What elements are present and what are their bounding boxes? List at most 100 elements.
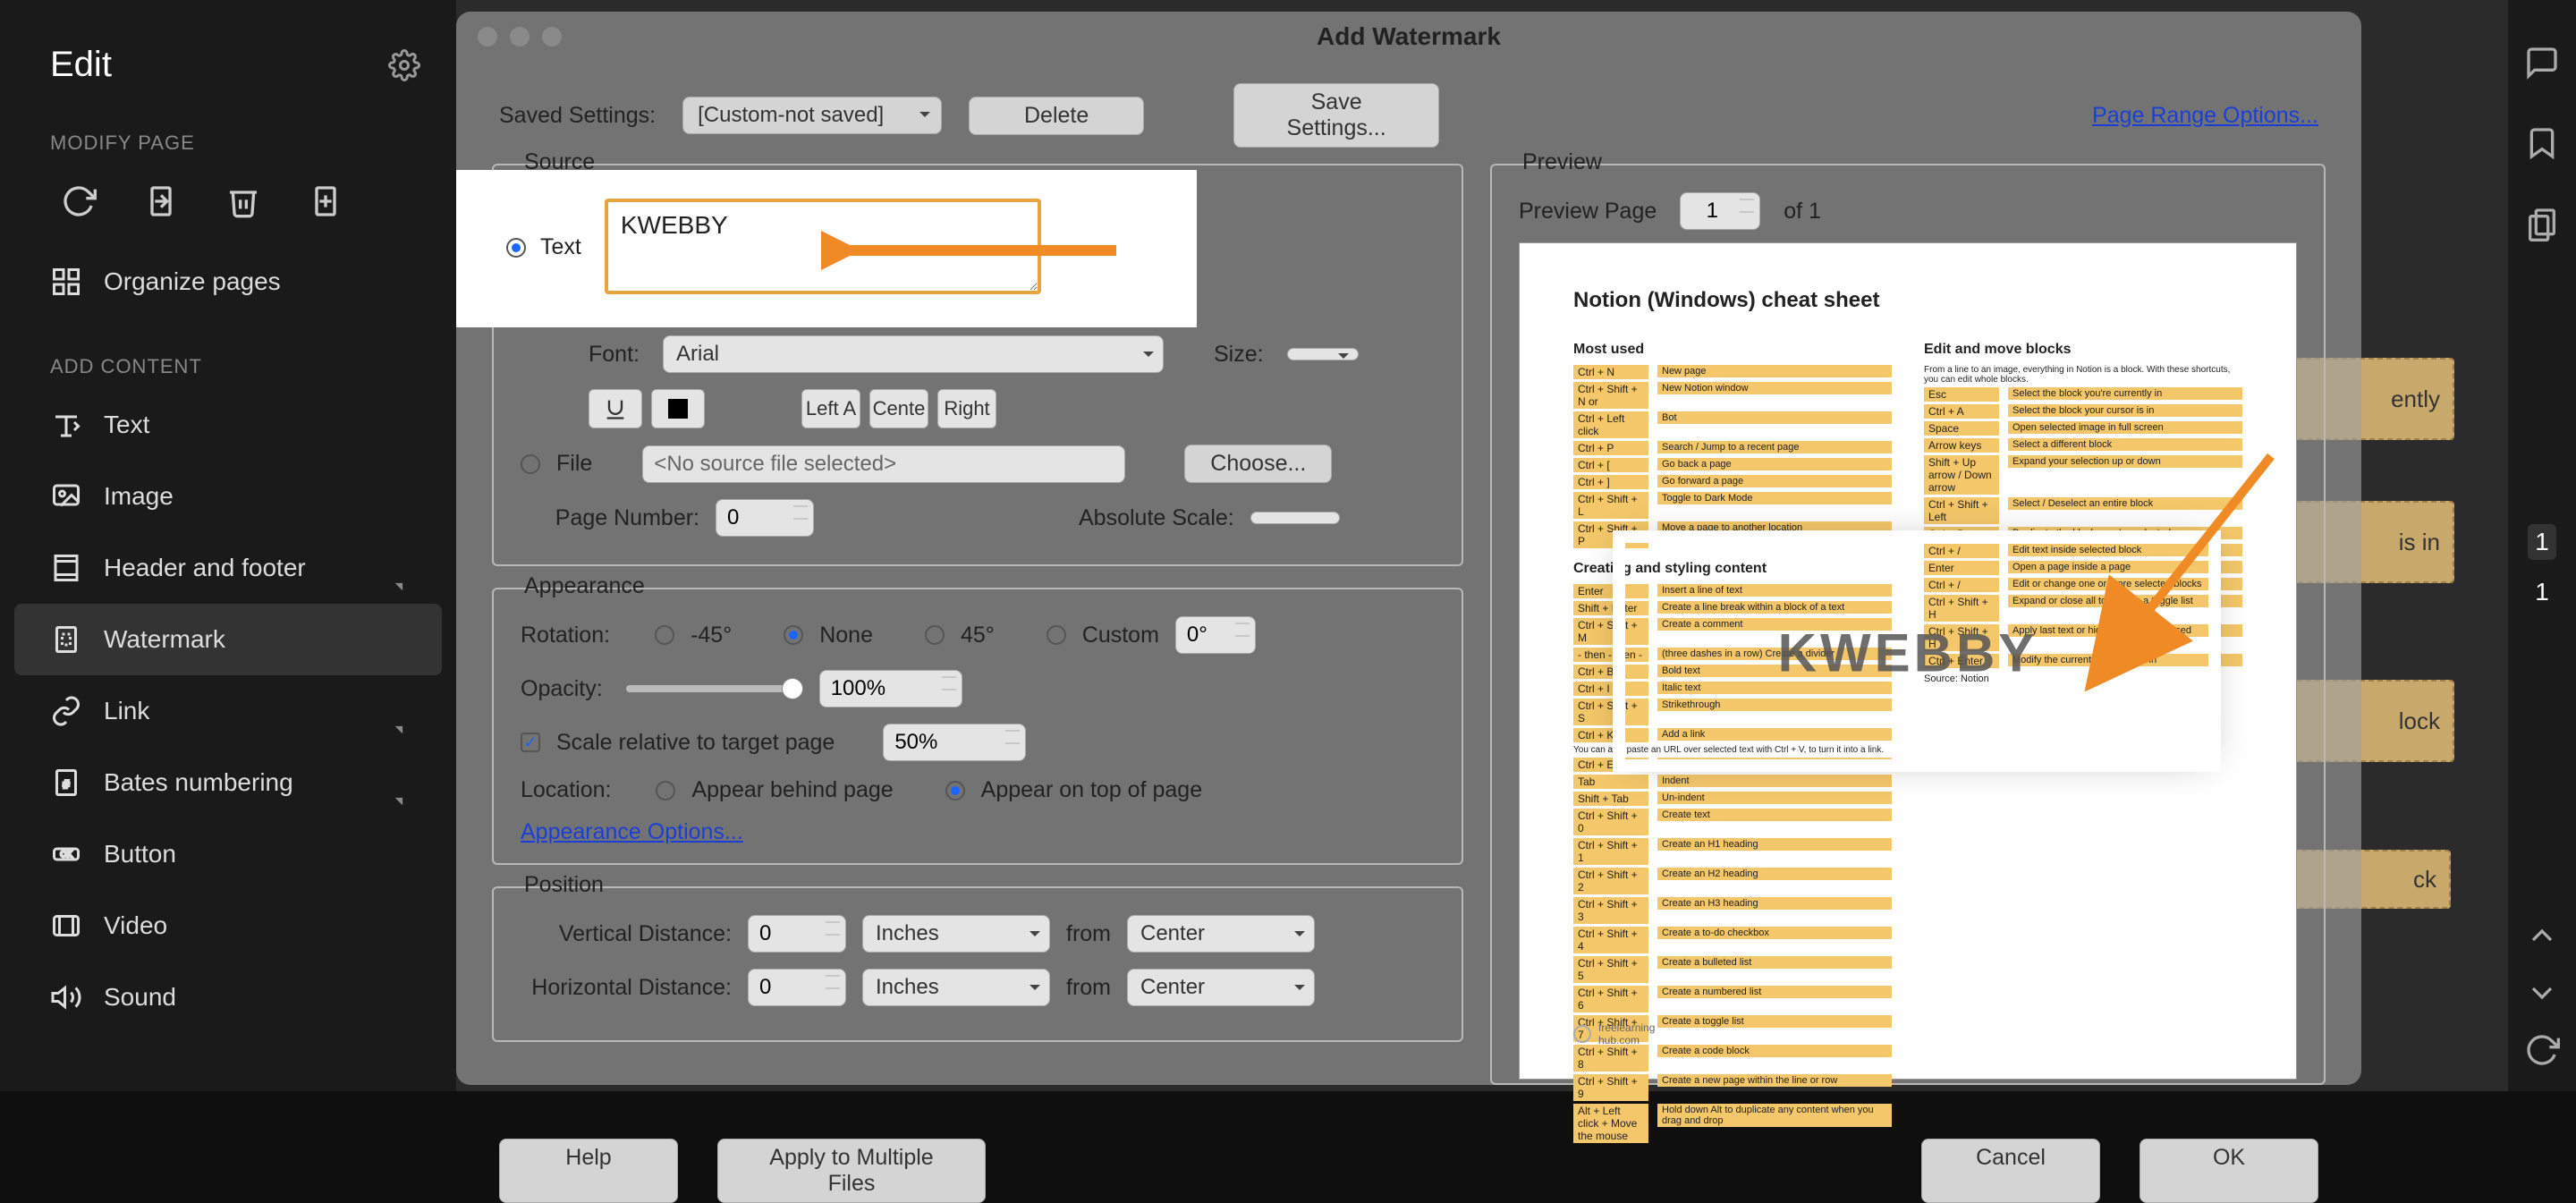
nav-link[interactable]: Link	[0, 675, 456, 747]
help-button[interactable]: Help	[499, 1139, 678, 1203]
page-range-options-link[interactable]: Page Range Options...	[2092, 103, 2318, 129]
video-icon	[50, 910, 82, 942]
rotation-none-radio[interactable]	[784, 625, 803, 645]
preview-section-heading: Edit and move blocks	[1924, 342, 2242, 358]
section-modify-page: MODIFY PAGE	[0, 121, 456, 165]
preview-section-heading: Most used	[1573, 342, 1892, 358]
nav-label: Bates numbering	[104, 768, 293, 797]
nav-label: Watermark	[104, 625, 225, 654]
total-pages: 1	[2508, 578, 2576, 606]
nav-sound[interactable]: Sound	[0, 962, 456, 1033]
choose-file-button[interactable]: Choose...	[1184, 445, 1332, 483]
nav-header-footer[interactable]: Header and footer	[0, 532, 456, 604]
insert-page-icon[interactable]	[308, 183, 343, 219]
font-select[interactable]: Arial	[663, 335, 1164, 373]
rotation-custom-field[interactable]: 0°	[1175, 616, 1256, 654]
save-settings-button[interactable]: Save Settings...	[1233, 83, 1439, 148]
align-right-button[interactable]: Right	[937, 389, 996, 428]
close-window-button[interactable]	[478, 27, 497, 47]
nav-bates-numbering[interactable]: # Bates numbering	[0, 747, 456, 818]
opacity-slider[interactable]	[626, 685, 796, 692]
text-color-button[interactable]	[651, 389, 705, 428]
minimize-window-button[interactable]	[510, 27, 530, 47]
hdist-origin-select[interactable]: Center	[1127, 969, 1315, 1006]
zoom-window-button[interactable]	[542, 27, 562, 47]
rotation-custom-radio[interactable]	[1046, 625, 1066, 645]
location-behind-radio[interactable]	[656, 781, 675, 801]
preview-page-field[interactable]: 1	[1680, 192, 1760, 230]
from-label: from	[1066, 975, 1111, 1001]
location-ontop-label: Appear on top of page	[981, 777, 1202, 803]
file-radio[interactable]	[521, 454, 540, 474]
scale-relative-field[interactable]: 50%	[883, 724, 1026, 761]
size-select[interactable]	[1287, 348, 1359, 360]
scale-relative-label: Scale relative to target page	[556, 730, 835, 756]
preview-doc-title: Notion (Windows) cheat sheet	[1573, 288, 2242, 313]
page-counter: 1 1	[2508, 524, 2576, 606]
page-number-field[interactable]: 0	[716, 499, 814, 537]
svg-text:#: #	[64, 778, 70, 791]
delete-button[interactable]: Delete	[969, 97, 1144, 135]
ok-button[interactable]: OK	[2140, 1139, 2318, 1203]
vdist-origin-select[interactable]: Center	[1127, 915, 1315, 953]
align-left-button[interactable]: Left A	[801, 389, 860, 428]
absolute-scale-label: Absolute Scale:	[1079, 505, 1234, 531]
preview-page-label: Preview Page	[1519, 199, 1657, 225]
dialog-titlebar: Add Watermark	[456, 12, 2361, 62]
from-label: from	[1066, 921, 1111, 947]
rotation-neg45-radio[interactable]	[655, 625, 674, 645]
pages-icon[interactable]	[2524, 206, 2560, 241]
file-path-field[interactable]: <No source file selected>	[642, 445, 1125, 483]
scale-relative-checkbox[interactable]: ✓	[521, 733, 540, 752]
refresh-icon[interactable]	[2524, 1032, 2560, 1068]
svg-text:OK: OK	[60, 850, 72, 859]
rotate-icon[interactable]	[61, 183, 97, 219]
hdist-units-select[interactable]: Inches	[862, 969, 1050, 1006]
nav-label: Button	[104, 840, 176, 868]
cancel-button[interactable]: Cancel	[1921, 1139, 2100, 1203]
rotation-pos45-radio[interactable]	[925, 625, 945, 645]
align-center-button[interactable]: Cente	[869, 389, 928, 428]
apply-multiple-button[interactable]: Apply to Multiple Files	[717, 1139, 986, 1203]
button-icon: OK	[50, 838, 82, 870]
vdist-field[interactable]: 0	[748, 915, 846, 953]
vdist-units-select[interactable]: Inches	[862, 915, 1050, 953]
bookmark-icon[interactable]	[2524, 125, 2560, 161]
nav-button[interactable]: OK Button	[0, 818, 456, 890]
bates-icon: #	[50, 767, 82, 799]
nav-label: Sound	[104, 983, 176, 1012]
rotation-pos45-label: 45°	[961, 623, 995, 648]
chevron-up-icon[interactable]	[2524, 918, 2560, 953]
nav-image[interactable]: Image	[0, 461, 456, 532]
chevron-down-icon[interactable]	[2524, 975, 2560, 1011]
nav-text[interactable]: Text	[0, 389, 456, 461]
rotation-label: Rotation:	[521, 623, 610, 648]
nav-label: Video	[104, 911, 167, 940]
current-page: 1	[2528, 524, 2556, 560]
nav-label: Organize pages	[104, 267, 281, 296]
organize-icon	[50, 266, 82, 298]
comment-icon[interactable]	[2524, 45, 2560, 80]
gear-icon[interactable]	[388, 49, 420, 81]
sound-icon	[50, 981, 82, 1013]
location-label: Location:	[521, 777, 611, 803]
header-footer-icon	[50, 552, 82, 584]
nav-video[interactable]: Video	[0, 890, 456, 962]
nav-organize-pages[interactable]: Organize pages	[0, 246, 456, 318]
trash-icon[interactable]	[225, 183, 261, 219]
underline-button[interactable]	[589, 389, 642, 428]
absolute-scale-field[interactable]	[1250, 512, 1340, 524]
text-radio[interactable]	[506, 238, 526, 258]
opacity-field[interactable]: 100%	[819, 670, 962, 707]
file-radio-label: File	[556, 451, 592, 477]
opacity-label: Opacity:	[521, 676, 603, 702]
appearance-options-link[interactable]: Appearance Options...	[521, 819, 743, 844]
hdist-field[interactable]: 0	[748, 969, 846, 1006]
location-ontop-radio[interactable]	[945, 781, 965, 801]
nav-watermark[interactable]: Watermark	[14, 604, 442, 675]
saved-settings-select[interactable]: [Custom-not saved]	[682, 97, 942, 134]
preview-canvas: Notion (Windows) cheat sheet Most used C…	[1519, 242, 2297, 1080]
annotation-arrow-icon	[821, 224, 1125, 277]
location-behind-label: Appear behind page	[691, 777, 893, 803]
extract-icon[interactable]	[143, 183, 179, 219]
